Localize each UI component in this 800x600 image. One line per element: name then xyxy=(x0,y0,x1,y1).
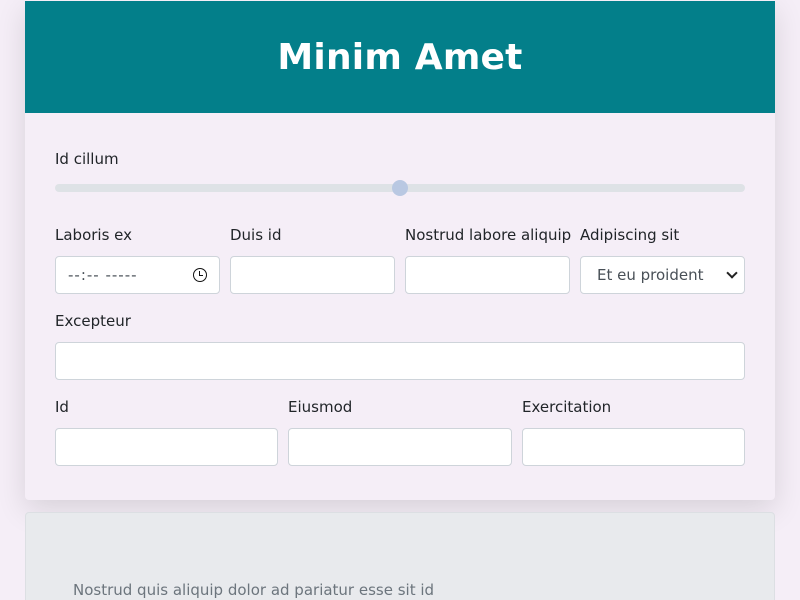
clock-icon[interactable] xyxy=(193,268,207,282)
page-title: Minim Amet xyxy=(277,36,523,78)
text-input[interactable] xyxy=(522,428,745,466)
field-label: Excepteur xyxy=(55,312,131,330)
range-slider-thumb[interactable] xyxy=(392,180,408,196)
text-input[interactable] xyxy=(230,256,395,294)
select-input[interactable]: Et eu proident xyxy=(580,256,745,294)
text-input[interactable] xyxy=(405,256,570,294)
chevron-down-icon xyxy=(726,267,738,279)
text-input[interactable] xyxy=(288,428,512,466)
time-placeholder: --:-- ----- xyxy=(68,266,138,284)
field-label: Duis id xyxy=(230,226,282,244)
field-label: Id xyxy=(55,398,69,416)
time-input[interactable]: --:-- ----- xyxy=(55,256,220,294)
range-label: Id cillum xyxy=(55,150,119,168)
panel-text: Nostrud quis aliquip dolor ad pariatur e… xyxy=(73,581,435,599)
text-input[interactable] xyxy=(55,342,745,380)
field-label: Eiusmod xyxy=(288,398,353,416)
text-input[interactable] xyxy=(55,428,278,466)
select-value: Et eu proident xyxy=(597,266,704,284)
field-label: Nostrud labore aliquip xyxy=(405,226,572,244)
page-header: Minim Amet xyxy=(25,1,775,113)
info-panel: Nostrud quis aliquip dolor ad pariatur e… xyxy=(25,512,775,600)
field-label: Adipiscing sit xyxy=(580,226,680,244)
field-label: Exercitation xyxy=(522,398,612,416)
field-label: Laboris ex xyxy=(55,226,133,244)
